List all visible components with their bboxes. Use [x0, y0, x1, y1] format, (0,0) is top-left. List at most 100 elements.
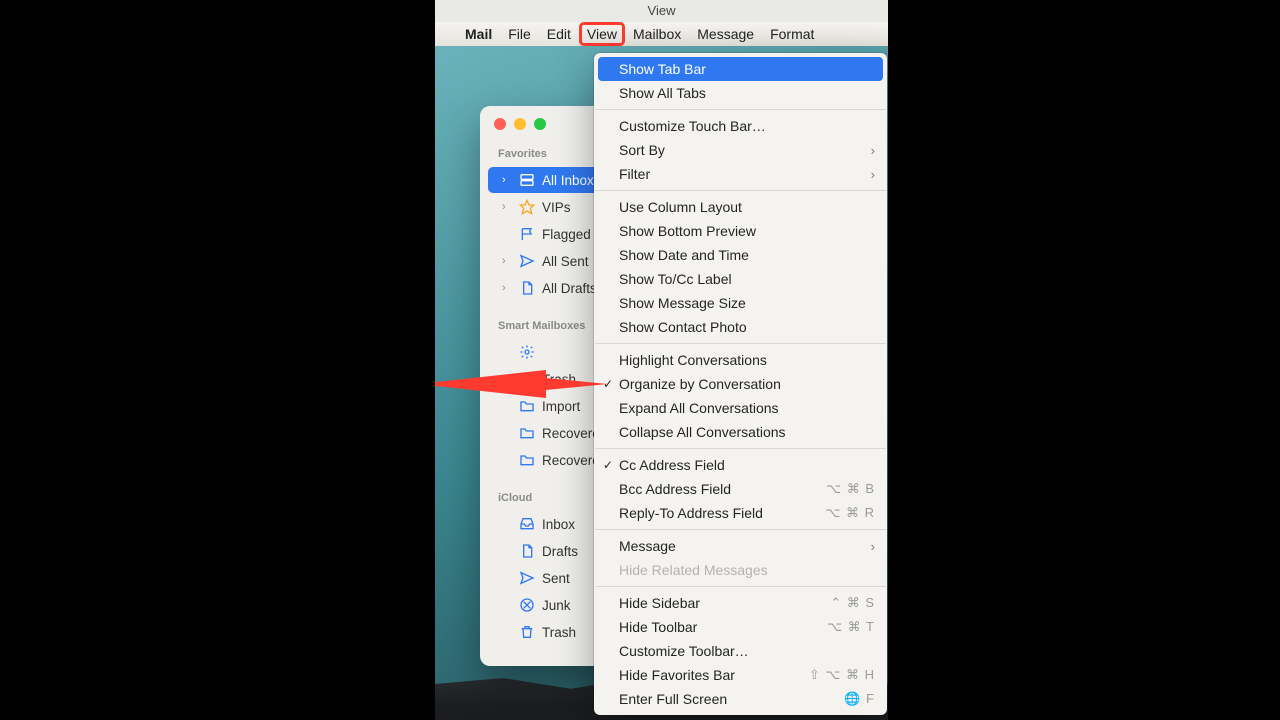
menu-item-shortcut: ⌥ ⌘ T	[827, 619, 875, 635]
menu-item[interactable]: Sort By›	[595, 138, 886, 162]
menu-item-label: Expand All Conversations	[619, 400, 875, 416]
sent-icon	[519, 253, 535, 269]
menu-separator	[595, 529, 886, 530]
menu-item-label: Hide Sidebar	[619, 595, 830, 611]
menu-item[interactable]: Bcc Address Field⌥ ⌘ B	[595, 477, 886, 501]
chevron-right-icon: ›	[502, 201, 512, 213]
menu-separator	[595, 448, 886, 449]
menu-item-label: Organize by Conversation	[619, 376, 875, 392]
menu-item[interactable]: Highlight Conversations	[595, 348, 886, 372]
folder-icon	[519, 425, 535, 441]
chevron-right-icon: ›	[871, 167, 875, 182]
menu-item[interactable]: Enter Full Screen🌐 F	[595, 687, 886, 711]
menu-item[interactable]: Reply-To Address Field⌥ ⌘ R	[595, 501, 886, 525]
menu-separator	[595, 343, 886, 344]
menu-item-label: Bcc Address Field	[619, 481, 826, 497]
menu-item-label: Customize Touch Bar…	[619, 118, 875, 134]
menu-item-format[interactable]: Format	[762, 22, 822, 46]
menu-item-mailbox[interactable]: Mailbox	[625, 22, 689, 46]
menu-item[interactable]: Hide Toolbar⌥ ⌘ T	[595, 615, 886, 639]
doc-icon	[519, 543, 535, 559]
menu-item[interactable]: Show To/Cc Label	[595, 267, 886, 291]
menu-item-label: Show Contact Photo	[619, 319, 875, 335]
menu-item[interactable]: ✓ Organize by Conversation	[595, 372, 886, 396]
chevron-right-icon: ›	[871, 143, 875, 158]
view-menu-dropdown: Show Tab Bar Show All Tabs Customize Touch…	[594, 53, 887, 715]
menu-item-shortcut: ⌥ ⌘ R	[825, 505, 875, 521]
check-icon: ✓	[603, 458, 613, 472]
sent-icon	[519, 570, 535, 586]
top-annotation-bar: View	[435, 0, 888, 22]
menu-item[interactable]: Customize Toolbar…	[595, 639, 886, 663]
menu-item[interactable]: Hide Sidebar⌃ ⌘ S	[595, 591, 886, 615]
menu-item-label: Highlight Conversations	[619, 352, 875, 368]
menu-item[interactable]: Expand All Conversations	[595, 396, 886, 420]
trash-icon	[519, 371, 535, 387]
window-close-button[interactable]	[494, 118, 506, 130]
macos-menubar: Mail File Edit View Mailbox Message Form…	[435, 22, 888, 46]
menu-separator	[595, 109, 886, 110]
menu-item[interactable]: Use Column Layout	[595, 195, 886, 219]
menu-item-label: Hide Related Messages	[619, 562, 875, 578]
chevron-right-icon: ›	[502, 174, 512, 186]
menu-item-shortcut: 🌐 F	[844, 691, 875, 707]
check-icon: ✓	[603, 377, 613, 391]
menu-item-label: Show Date and Time	[619, 247, 875, 263]
inbox-icon	[519, 516, 535, 532]
menu-item-edit[interactable]: Edit	[539, 22, 579, 46]
menu-item[interactable]: Show Bottom Preview	[595, 219, 886, 243]
menu-item-label: Hide Favorites Bar	[619, 667, 809, 683]
menu-separator	[595, 190, 886, 191]
menu-item-label: Collapse All Conversations	[619, 424, 875, 440]
menu-item-label: Cc Address Field	[619, 457, 875, 473]
chevron-right-icon: ›	[502, 255, 512, 267]
chevron-right-icon: ›	[502, 282, 512, 294]
menu-item-shortcut: ⌃ ⌘ S	[830, 595, 875, 611]
top-annotation-text: View	[648, 3, 676, 18]
folder-icon	[519, 398, 535, 414]
menu-item-label: Show Tab Bar	[619, 61, 872, 77]
menu-item[interactable]: Hide Favorites Bar⇧ ⌥ ⌘ H	[595, 663, 886, 687]
menu-separator	[595, 586, 886, 587]
window-fullscreen-button[interactable]	[534, 118, 546, 130]
inboxes-icon	[519, 172, 535, 188]
menu-item-view[interactable]: View	[579, 22, 625, 46]
menu-item-message[interactable]: Message	[689, 22, 762, 46]
menu-item-label: Hide Toolbar	[619, 619, 827, 635]
screenshot-frame: View Mail File Edit View Mailbox Message…	[435, 0, 888, 720]
menu-item-label: Sort By	[619, 142, 871, 158]
menu-item-label: Show All Tabs	[619, 85, 875, 101]
window-minimize-button[interactable]	[514, 118, 526, 130]
star-icon	[519, 199, 535, 215]
menu-item: Hide Related Messages	[595, 558, 886, 582]
menu-item[interactable]: Show Tab Bar	[598, 57, 883, 81]
menu-item-label: Use Column Layout	[619, 199, 875, 215]
menu-item[interactable]: Show All Tabs	[595, 81, 886, 105]
menu-item-label: Show Message Size	[619, 295, 875, 311]
trash-icon	[519, 624, 535, 640]
junk-icon	[519, 597, 535, 613]
menu-item-label: Reply-To Address Field	[619, 505, 825, 521]
menu-item-label: Show To/Cc Label	[619, 271, 875, 287]
menu-item-label: Show Bottom Preview	[619, 223, 875, 239]
flag-icon	[519, 226, 535, 242]
menu-item-shortcut: ⇧ ⌥ ⌘ H	[809, 667, 875, 683]
doc-icon	[519, 280, 535, 296]
menu-item[interactable]: Filter›	[595, 162, 886, 186]
menu-item-shortcut: ⌥ ⌘ B	[826, 481, 875, 497]
chevron-right-icon: ›	[871, 539, 875, 554]
folder-icon	[519, 452, 535, 468]
menu-item-file[interactable]: File	[500, 22, 539, 46]
menu-item[interactable]: Message›	[595, 534, 886, 558]
menu-item[interactable]: Show Contact Photo	[595, 315, 886, 339]
menu-item-label: Filter	[619, 166, 871, 182]
gear-icon	[519, 344, 535, 360]
menu-item[interactable]: ✓ Cc Address Field	[595, 453, 886, 477]
menu-item[interactable]: Customize Touch Bar…	[595, 114, 886, 138]
menu-item[interactable]: Show Message Size	[595, 291, 886, 315]
app-name[interactable]: Mail	[457, 26, 500, 42]
menu-item-label: Message	[619, 538, 871, 554]
menu-item[interactable]: Show Date and Time	[595, 243, 886, 267]
menu-item[interactable]: Collapse All Conversations	[595, 420, 886, 444]
menu-item-label: Enter Full Screen	[619, 691, 844, 707]
